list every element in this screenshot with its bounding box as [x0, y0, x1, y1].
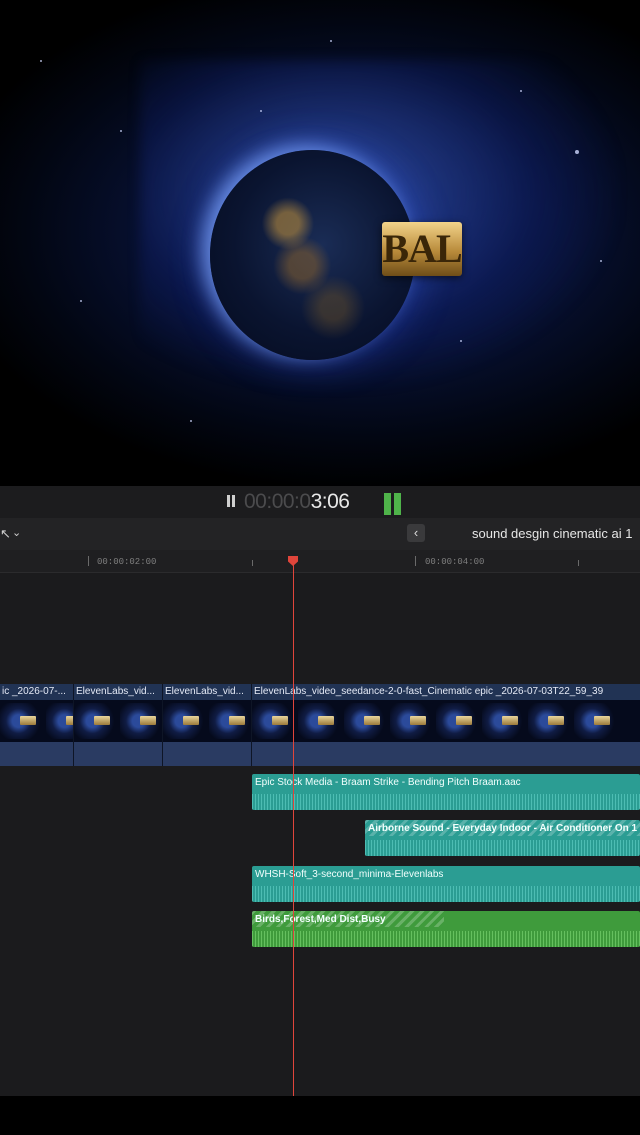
star — [600, 260, 602, 262]
waveform — [252, 794, 640, 810]
clip-filmstrip — [0, 700, 73, 742]
playhead[interactable] — [293, 560, 294, 1096]
waveform — [252, 931, 640, 947]
video-clip[interactable]: ic _2026-07-... — [0, 684, 74, 766]
project-title: sound desgin cinematic ai 1 — [472, 526, 633, 541]
waveform — [252, 886, 640, 902]
ruler-tick — [578, 560, 579, 566]
clip-label: ElevenLabs_vid... — [165, 686, 244, 697]
back-button[interactable]: ‹ — [407, 524, 425, 542]
clip-filmstrip — [163, 700, 251, 742]
star — [330, 40, 332, 42]
video-clip[interactable]: ElevenLabs_vid... — [74, 684, 163, 766]
clip-filmstrip — [74, 700, 162, 742]
star — [40, 60, 42, 62]
clip-audio-lane — [252, 742, 640, 766]
audio-clip[interactable]: Epic Stock Media - Braam Strike - Bendin… — [252, 774, 640, 810]
video-track: ic _2026-07-... ElevenLabs_vid... Eleven… — [0, 684, 640, 766]
audio-clip[interactable]: Birds,Forest,Med Dist,Busy — [252, 911, 640, 947]
star — [80, 300, 82, 302]
clip-audio-lane — [0, 742, 73, 766]
logo: BAL — [382, 222, 463, 276]
star — [260, 110, 262, 112]
ruler-tick — [88, 556, 89, 566]
audio-clip[interactable]: WHSH-Soft_3-second_minima-Elevenlabs — [252, 866, 640, 902]
clip-label: WHSH-Soft_3-second_minima-Elevenlabs — [255, 869, 444, 880]
select-tool-icon[interactable]: ↖ — [0, 526, 11, 542]
clip-label: Airborne Sound - Everyday Indoor - Air C… — [368, 823, 637, 834]
clip-label: ElevenLabs_vid... — [76, 686, 155, 697]
ruler-tick — [252, 560, 253, 566]
waveform — [365, 840, 640, 856]
clip-label: Epic Stock Media - Braam Strike - Bendin… — [255, 777, 521, 788]
clip-label: ic _2026-07-... — [2, 686, 66, 697]
star — [190, 420, 192, 422]
video-viewer[interactable]: BAL — [0, 0, 640, 486]
clip-audio-lane — [163, 742, 251, 766]
star — [120, 130, 122, 132]
timecode-display: 00:00:03:06 — [244, 490, 350, 514]
audio-clip[interactable]: Airborne Sound - Everyday Indoor - Air C… — [365, 820, 640, 856]
video-clip[interactable]: ElevenLabs_video_seedance-2-0-fast_Cinem… — [252, 684, 640, 766]
clip-filmstrip — [252, 700, 640, 742]
ruler-label: 00:00:04:00 — [425, 557, 485, 567]
video-clip[interactable]: ElevenLabs_vid... — [163, 684, 252, 766]
time-ruler[interactable]: 00:00:02:00 00:00:04:00 — [0, 550, 640, 573]
transport-bar: 00:00:03:06 — [0, 486, 640, 519]
footer-bar — [0, 1096, 640, 1135]
clip-audio-lane — [74, 742, 162, 766]
pause-button[interactable] — [224, 495, 238, 509]
timeline-toolbar: ↖ ⌄ ‹ sound desgin cinematic ai 1 — [0, 518, 640, 551]
timecode-dim: 00:00:0 — [244, 490, 311, 513]
ruler-label: 00:00:02:00 — [97, 557, 157, 567]
ruler-tick — [415, 556, 416, 566]
timecode-current: 3:06 — [310, 490, 350, 513]
star — [520, 90, 522, 92]
timeline[interactable]: 00:00:02:00 00:00:04:00 ic _2026-07-... … — [0, 550, 640, 1096]
audio-meter-icon[interactable] — [384, 491, 404, 515]
clip-label: ElevenLabs_video_seedance-2-0-fast_Cinem… — [254, 686, 604, 697]
clip-label: Birds,Forest,Med Dist,Busy — [255, 914, 386, 925]
chevron-down-icon[interactable]: ⌄ — [12, 526, 21, 539]
star — [575, 150, 579, 154]
star — [460, 340, 462, 342]
